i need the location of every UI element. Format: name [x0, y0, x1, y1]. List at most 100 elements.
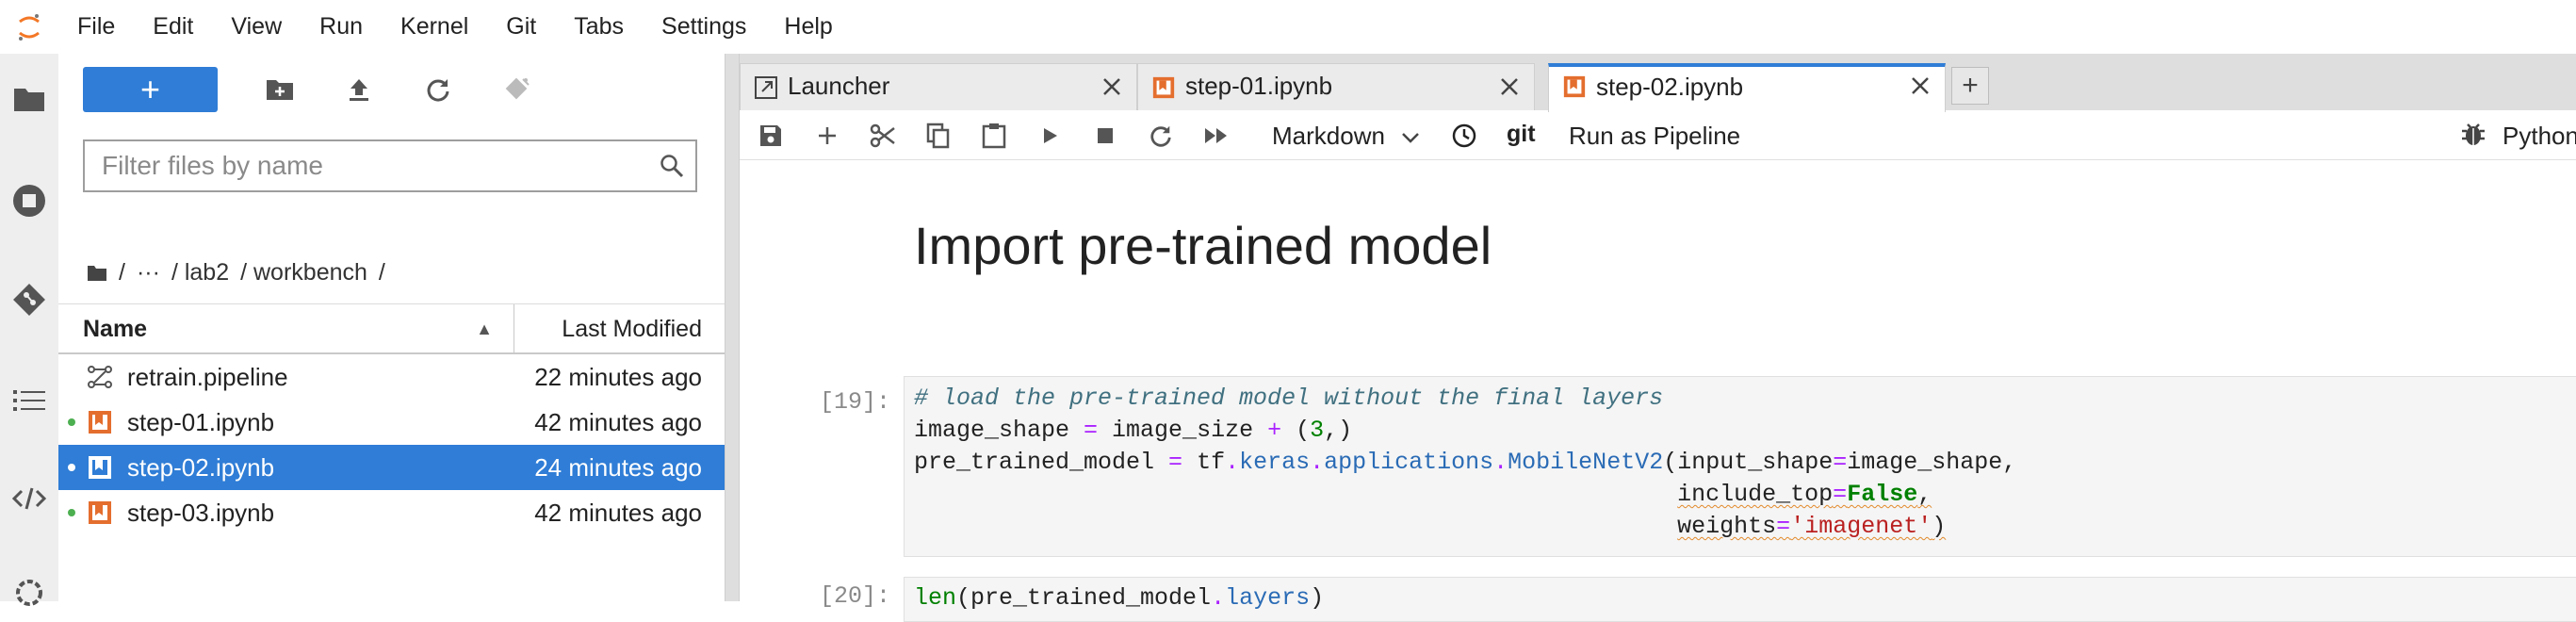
tab-label: step-01.ipynb [1185, 72, 1333, 100]
menu-kernel[interactable]: Kernel [382, 0, 487, 54]
stop-icon[interactable] [1089, 120, 1121, 152]
menu-tabs[interactable]: Tabs [555, 0, 643, 54]
file-browser-toolbar: + [83, 67, 534, 112]
breadcrumb: / ··· / lab2 / workbench / [87, 259, 385, 286]
tab-bar: Launcher step-01.ipynb step-02.ipynb + [740, 54, 2576, 112]
code-line: len(pre_trained_model.layers) [914, 584, 1325, 612]
kernel-name[interactable]: Python 3.9 [2503, 112, 2576, 159]
file-browser: + / ··· / lab2 / workbench / Name ▲ [58, 54, 725, 601]
running-indicator [68, 464, 75, 471]
last-modified-column-header[interactable]: Last Modified [562, 304, 702, 353]
breadcrumb-ellipsis[interactable]: ··· [137, 259, 160, 286]
notebook-icon [87, 409, 113, 435]
home-folder-icon[interactable] [87, 265, 107, 282]
jupyter-logo-icon [0, 0, 58, 54]
menu-git[interactable]: Git [487, 0, 555, 54]
copy-icon[interactable] [922, 120, 954, 152]
cell-prompt: [20]: [819, 582, 890, 610]
notebook-icon [1562, 74, 1587, 99]
debugger-icon[interactable] [2459, 120, 2491, 152]
code-line: pre_trained_model = tf.keras.application… [914, 449, 2017, 476]
code-line: weights='imagenet') [1677, 513, 1947, 540]
menu-edit[interactable]: Edit [134, 0, 212, 54]
tab-step-01[interactable]: step-01.ipynb [1137, 63, 1535, 110]
running-indicator [68, 509, 75, 516]
run-icon[interactable] [1034, 120, 1066, 152]
run-as-pipeline-button[interactable]: Run as Pipeline [1569, 112, 1740, 159]
launcher-icon [754, 75, 778, 100]
file-name: step-01.ipynb [127, 408, 275, 436]
notebook-toolbar: Markdown git Run as Pipeline Python 3.9 [740, 112, 2576, 160]
name-column-label: Name [83, 316, 148, 342]
breadcrumb-lab2[interactable]: / lab2 [171, 259, 229, 286]
file-row-step-03[interactable]: step-03.ipynb 42 minutes ago [58, 490, 725, 535]
menu-run[interactable]: Run [301, 0, 382, 54]
refresh-icon[interactable] [421, 73, 455, 106]
tab-launcher[interactable]: Launcher [740, 63, 1137, 110]
menu-file[interactable]: File [58, 0, 134, 54]
file-modified: 24 minutes ago [534, 453, 702, 482]
file-list: retrain.pipeline 22 minutes ago step-01.… [58, 354, 725, 535]
file-row-step-02[interactable]: step-02.ipynb 24 minutes ago [58, 445, 725, 490]
clock-icon[interactable] [1448, 120, 1480, 152]
pipeline-icon [87, 364, 113, 390]
cell-type-select[interactable]: Markdown [1272, 112, 1420, 159]
insert-cell-icon[interactable] [811, 120, 843, 152]
main-dock: Launcher step-01.ipynb step-02.ipynb + M… [740, 54, 2576, 622]
search-icon [648, 154, 695, 178]
code-cell-19[interactable]: # load the pre-trained model without the… [904, 376, 2576, 557]
filter-files-input[interactable] [85, 141, 648, 190]
upload-icon[interactable] [342, 73, 376, 106]
sort-ascending-icon: ▲ [476, 319, 493, 338]
file-row-retrain-pipeline[interactable]: retrain.pipeline 22 minutes ago [58, 354, 725, 400]
name-column-header[interactable]: Name ▲ [83, 304, 512, 353]
git-icon[interactable] [8, 279, 50, 320]
code-icon[interactable] [8, 478, 50, 519]
new-folder-icon[interactable] [263, 73, 297, 106]
cut-icon[interactable] [867, 120, 899, 152]
file-list-header: Name ▲ Last Modified [58, 303, 725, 354]
new-launcher-button[interactable]: + [83, 67, 218, 112]
file-modified: 22 minutes ago [534, 363, 702, 391]
git-diff-button[interactable]: git [1507, 112, 1536, 159]
markdown-heading[interactable]: Import pre-trained model [914, 215, 1492, 276]
clear-git-icon[interactable] [500, 73, 534, 106]
code-line: include_top=False, [1677, 481, 1932, 508]
tab-label: step-02.ipynb [1596, 73, 1744, 101]
folder-icon[interactable] [8, 78, 50, 120]
notebook-icon [87, 499, 113, 526]
notebook-icon [87, 454, 113, 481]
close-icon[interactable] [1498, 75, 1521, 98]
breadcrumb-end: / [378, 259, 385, 286]
menu-view[interactable]: View [212, 0, 301, 54]
cell-prompt: [19]: [819, 388, 890, 416]
activity-bar [0, 54, 59, 606]
file-name: step-02.ipynb [127, 453, 275, 482]
restart-icon[interactable] [1145, 120, 1177, 152]
chevron-down-icon [1401, 131, 1420, 144]
running-indicator [68, 418, 75, 426]
paste-icon[interactable] [978, 120, 1010, 152]
panel-splitter[interactable] [725, 54, 740, 601]
file-modified: 42 minutes ago [534, 499, 702, 527]
breadcrumb-workbench[interactable]: / workbench [240, 259, 367, 286]
add-tab-button[interactable]: + [1951, 67, 1989, 105]
file-filter [83, 139, 697, 192]
menu-settings[interactable]: Settings [643, 0, 765, 54]
tab-label: Launcher [788, 72, 890, 100]
close-icon[interactable] [1101, 75, 1123, 98]
save-icon[interactable] [755, 120, 787, 152]
menu-help[interactable]: Help [765, 0, 851, 54]
extension-icon[interactable] [8, 572, 50, 614]
fast-forward-icon[interactable] [1200, 120, 1232, 152]
code-cell-20[interactable]: len(pre_trained_model.layers) [904, 577, 2576, 622]
breadcrumb-root[interactable]: / [119, 259, 125, 286]
file-name: retrain.pipeline [127, 363, 288, 391]
toc-icon[interactable] [8, 380, 50, 421]
code-line: # load the pre-trained model without the… [914, 385, 1664, 412]
file-row-step-01[interactable]: step-01.ipynb 42 minutes ago [58, 400, 725, 445]
tab-step-02[interactable]: step-02.ipynb [1548, 63, 1946, 112]
running-icon[interactable] [8, 180, 50, 221]
notebook-icon [1151, 75, 1176, 100]
close-icon[interactable] [1909, 74, 1932, 97]
